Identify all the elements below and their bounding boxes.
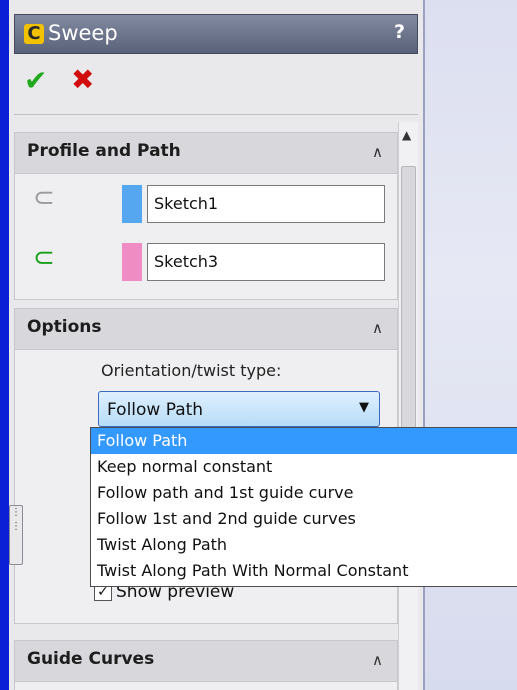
scroll-up-icon[interactable]: ▲ — [402, 128, 411, 142]
profile-icon: ⊂ — [33, 183, 55, 213]
group-title: Guide Curves — [27, 649, 155, 669]
dropdown-option[interactable]: Follow 1st and 2nd guide curves — [91, 506, 517, 532]
help-button[interactable]: ? — [394, 21, 405, 43]
chevron-down-icon: ▼ — [359, 400, 369, 415]
panel-title: Sweep — [48, 21, 118, 45]
dropdown-option[interactable]: Twist Along Path With Normal Constant — [91, 558, 517, 584]
orientation-dropdown-list: Follow Path Keep normal constant Follow … — [90, 427, 517, 587]
panel-splitter-handle[interactable]: ⋮ ⋮ — [9, 505, 23, 565]
path-selection-field[interactable]: Sketch3 — [147, 243, 385, 281]
vertical-scrollbar[interactable]: ▲ — [398, 122, 418, 690]
path-color-swatch — [122, 243, 142, 281]
orientation-select-value: Follow Path — [107, 400, 204, 420]
sweep-feature-icon: C — [24, 24, 44, 44]
path-icon: ⊂ — [33, 243, 55, 273]
dropdown-option[interactable]: Follow Path — [91, 428, 517, 454]
cancel-button[interactable]: ✖ — [71, 64, 94, 96]
dropdown-option[interactable]: Keep normal constant — [91, 454, 517, 480]
group-guide-curves: Guide Curves ∧ — [14, 640, 398, 690]
dropdown-option[interactable]: Follow path and 1st guide curve — [91, 480, 517, 506]
orientation-select[interactable]: Follow Path ▼ — [98, 391, 380, 427]
divider — [14, 114, 418, 115]
collapse-icon[interactable]: ∧ — [372, 319, 383, 337]
group-header-guide-curves[interactable]: Guide Curves ∧ — [15, 641, 397, 682]
group-header-options[interactable]: Options ∧ — [15, 309, 397, 350]
orientation-label: Orientation/twist type: — [101, 361, 282, 380]
window-frame-edge — [0, 0, 9, 690]
property-scroll-area: Profile and Path ∧ ⊂ Sketch1 ⊂ Sketch3 O… — [14, 122, 398, 690]
ok-button[interactable]: ✔ — [24, 66, 47, 96]
profile-selection-field[interactable]: Sketch1 — [147, 185, 385, 223]
collapse-icon[interactable]: ∧ — [372, 651, 383, 669]
dropdown-option[interactable]: Twist Along Path — [91, 532, 517, 558]
title-bar: C Sweep ? — [14, 14, 418, 54]
group-header-profile-and-path[interactable]: Profile and Path ∧ — [15, 133, 397, 174]
group-title: Options — [27, 317, 102, 337]
group-title: Profile and Path — [27, 141, 181, 161]
group-profile-and-path: Profile and Path ∧ ⊂ Sketch1 ⊂ Sketch3 — [14, 132, 398, 300]
profile-color-swatch — [122, 185, 142, 223]
collapse-icon[interactable]: ∧ — [372, 143, 383, 161]
